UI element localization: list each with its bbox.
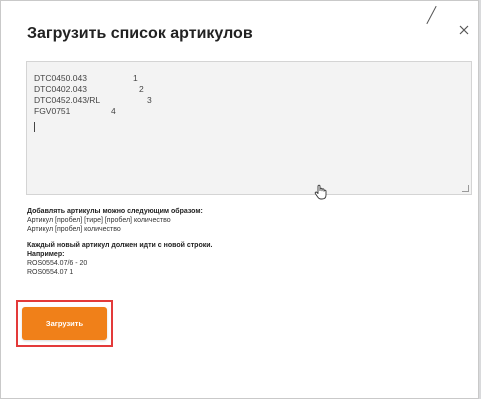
articles-textarea[interactable]: DTC0450.043 1 DTC0402.043 2 DTC0452.043/… <box>26 61 472 200</box>
article-qty: 3 <box>147 95 152 105</box>
resize-grip[interactable] <box>462 185 469 192</box>
article-code: FGV0751 <box>34 106 71 116</box>
decorative-line <box>426 5 437 25</box>
help-heading: Добавлять артикулы можно следующим образ… <box>27 208 203 215</box>
article-code: DTC0452.043/RL <box>34 95 101 105</box>
article-qty: 4 <box>111 106 116 116</box>
close-icon <box>459 25 469 35</box>
article-code: DTC0402.043 <box>34 84 87 94</box>
help-newline-rule: Каждый новый артикул должен идти с новой… <box>27 242 213 249</box>
upload-button-highlight: Загрузить <box>16 300 113 347</box>
article-qty: 2 <box>139 84 144 94</box>
help-example-2: ROS0554.07 1 <box>27 269 74 276</box>
text-caret <box>34 122 35 132</box>
upload-button[interactable]: Загрузить <box>22 307 107 340</box>
help-example-label: Например: <box>27 251 65 258</box>
hand-cursor-icon <box>314 184 327 200</box>
article-code: DTC0450.043 <box>34 73 87 83</box>
help-example-1: ROS0554.07/6 - 20 <box>27 260 88 267</box>
close-button[interactable] <box>453 19 475 41</box>
help-format-2: Артикул [пробел] количество <box>27 226 121 233</box>
upload-articles-modal: Загрузить список артикулов DTC0450.043 1… <box>0 0 479 399</box>
format-help: Добавлять артикулы можно следующим образ… <box>27 207 212 277</box>
help-format-1: Артикул [пробел] [тире] [пробел] количес… <box>27 217 171 224</box>
article-qty: 1 <box>133 73 138 83</box>
modal-title: Загрузить список артикулов <box>27 25 253 42</box>
